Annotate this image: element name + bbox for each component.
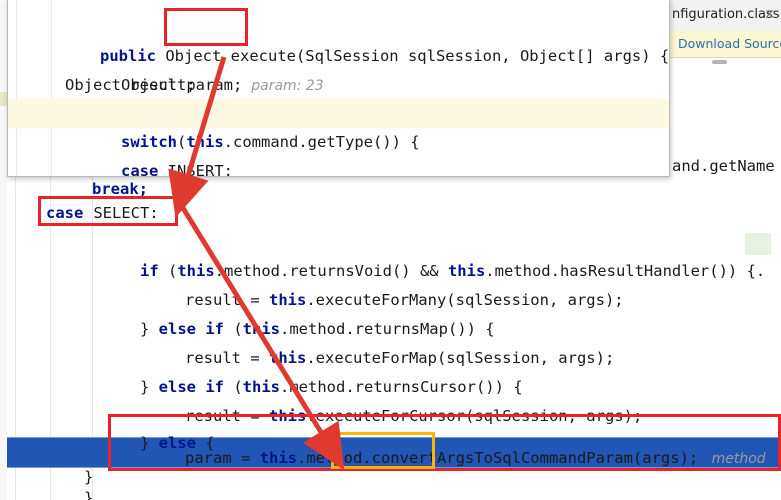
download-source-link[interactable]: Download Source: [678, 36, 781, 51]
annotation-box-selectone-call: [331, 432, 435, 469]
code-line-elseif-returnsmap: } else if (this.method.returnsMap()) {: [0, 286, 781, 338]
close-icon[interactable]: ×: [764, 7, 775, 22]
code-text: }: [84, 489, 94, 500]
code-line-executeforcursor: result = this.executeForCursor(sqlSessio…: [0, 373, 781, 425]
popup-line-case-insert: case INSERT:: [8, 128, 669, 176]
annotation-box-execute: [164, 8, 248, 46]
code-line-if-returnsvoid: if (this.method.returnsVoid() && this.me…: [0, 228, 781, 280]
popup-line-object-result: Object result;: [8, 71, 669, 100]
download-source-banner: Download Source: [668, 31, 781, 58]
marker-gutter[interactable]: [0, 0, 7, 500]
quick-definition-popup[interactable]: public Object execute(SqlSession sqlSess…: [7, 0, 670, 177]
popup-line-param-convert: param = this.method.convertArgsToSqlComm…: [8, 154, 669, 176]
popup-line-signature: public Object execute(SqlSession sqlSess…: [8, 13, 669, 65]
changed-lines-marker: [0, 92, 7, 106]
annotation-box-selectone-statement: [108, 414, 781, 471]
code-line-executeformap: result = this.executeForMap(sqlSession, …: [0, 315, 781, 367]
annotation-box-case-select: [38, 196, 178, 226]
code-line-close-brace-2: }: [0, 484, 781, 500]
code-text: Object result;: [65, 76, 196, 94]
code-text: param = this.method.convertArgsToSqlComm…: [108, 154, 668, 176]
editor-tab[interactable]: nfiguration.class ×: [668, 0, 781, 32]
popup-line-object-param: Object param; param: 23: [8, 42, 669, 94]
scrollbar-thumb[interactable]: [712, 60, 727, 64]
code-line-elseif-returnscursor: } else if (this.method.returnsCursor()) …: [0, 344, 781, 396]
code-line-executeformany: result = this.executeForMany(sqlSession,…: [0, 257, 781, 309]
popup-line-switch: switch(this.command.getType()) {: [8, 99, 669, 151]
